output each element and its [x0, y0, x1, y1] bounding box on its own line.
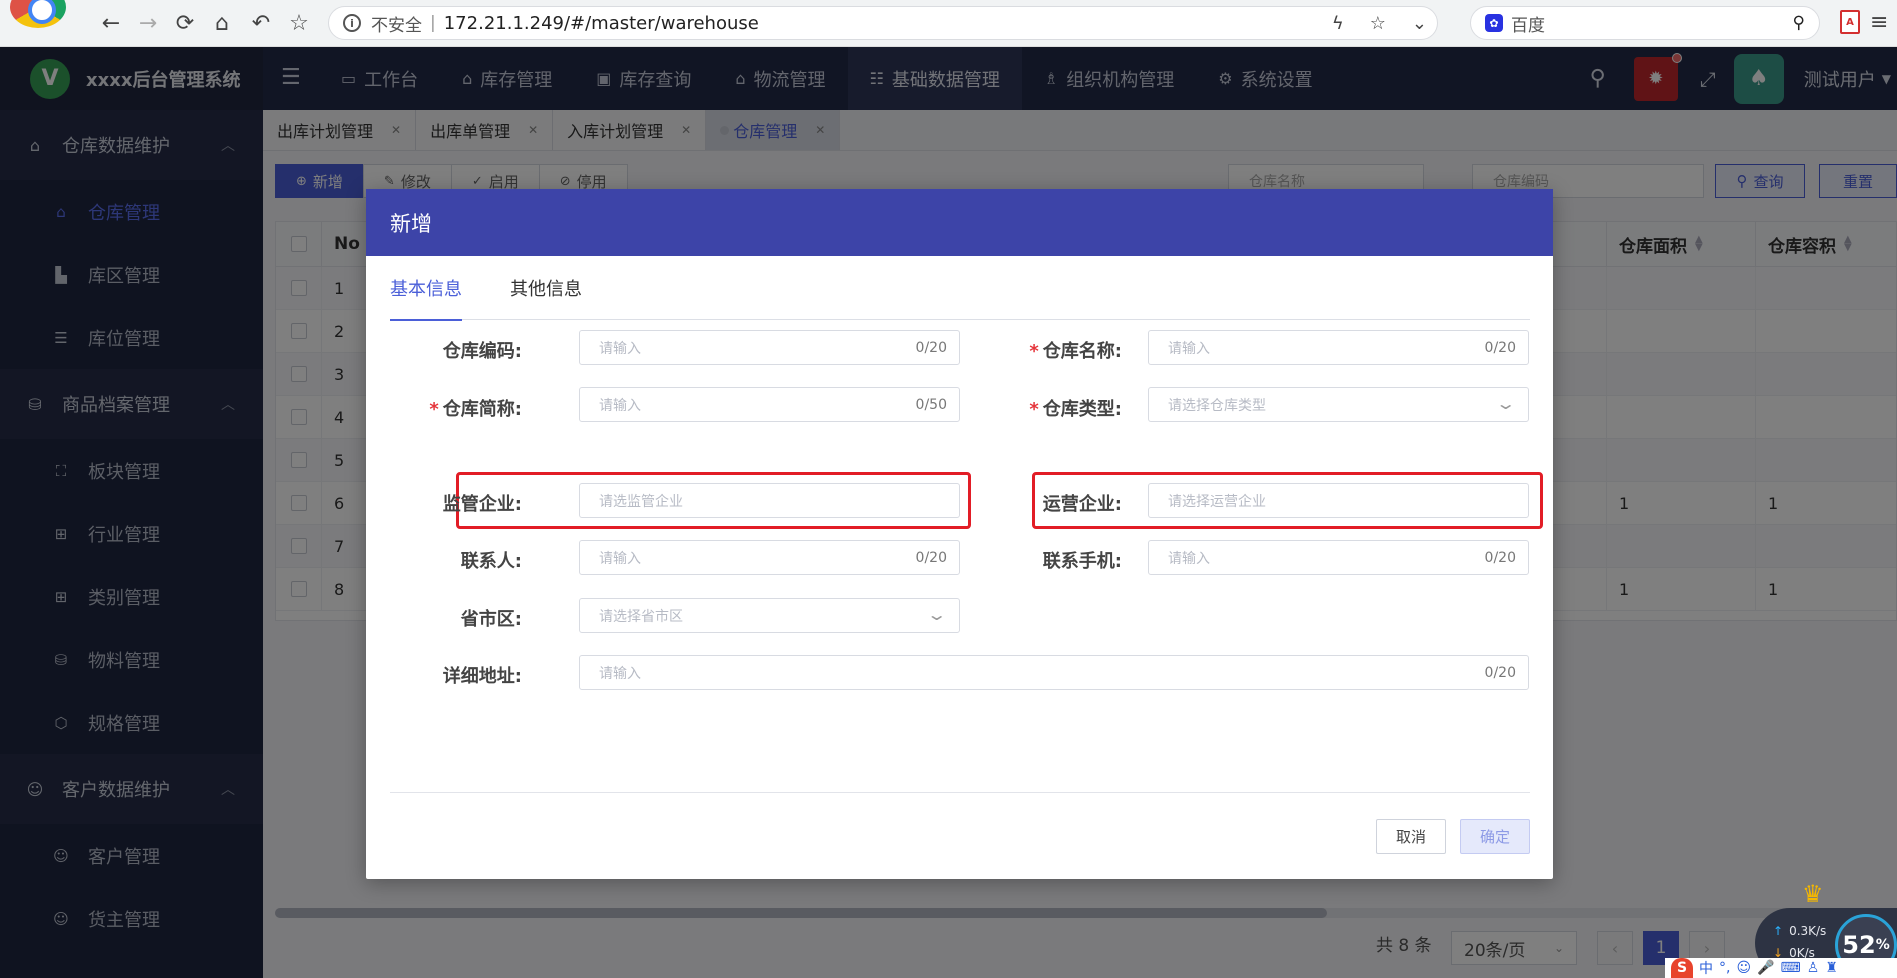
select-placeholder: 请选择仓库类型: [1168, 397, 1266, 414]
back-icon[interactable]: ←: [96, 8, 126, 38]
warehouse-type-select[interactable]: 请选择仓库类型 ⌄: [1148, 387, 1529, 422]
char-counter: 0/20: [1484, 550, 1516, 566]
shirt-icon[interactable]: ♜: [1825, 960, 1838, 976]
percent-sign: %: [1875, 937, 1890, 953]
dialog-tabs: 基本信息 其他信息: [390, 256, 1530, 321]
confirm-button[interactable]: 确定: [1460, 819, 1530, 854]
dialog-title: 新增: [366, 189, 1553, 256]
arrow-up-icon: ↑: [1773, 924, 1784, 938]
baidu-icon: ✿: [1485, 14, 1503, 32]
pdf-icon[interactable]: A: [1840, 10, 1860, 34]
field-label-name: * 仓库名称:: [1026, 337, 1122, 363]
bookmark-star-icon[interactable]: ☆: [284, 8, 314, 38]
select-placeholder: 请选择省市区: [599, 608, 683, 625]
search-engine-label: 百度: [1511, 15, 1545, 36]
punctuation-icon[interactable]: °,: [1719, 960, 1730, 976]
undo-icon[interactable]: ↶: [246, 8, 276, 38]
contact-person-input[interactable]: 请输入 0/20: [579, 540, 960, 575]
field-label-code: 仓库编码:: [442, 341, 522, 362]
insecure-label: 不安全: [371, 15, 422, 36]
ime-mode[interactable]: 中: [1699, 958, 1713, 978]
search-icon[interactable]: ⚲: [1793, 13, 1805, 33]
char-counter: 0/20: [1484, 665, 1516, 681]
home-icon[interactable]: ⌂: [207, 8, 237, 38]
field-label-operator: 运营企业:: [1042, 494, 1122, 515]
input-placeholder: 请输入: [599, 397, 641, 414]
sogou-logo-icon: S: [1671, 958, 1693, 978]
chevron-down-icon: ⌄: [1494, 394, 1517, 413]
input-placeholder: 请输入: [599, 550, 641, 567]
input-placeholder: 请输入: [599, 340, 641, 357]
char-counter: 0/20: [915, 340, 947, 356]
char-counter: 0/50: [915, 397, 947, 413]
field-label-contact: 联系人:: [460, 551, 522, 572]
label-text: 仓库简称:: [442, 399, 522, 420]
warehouse-name-input[interactable]: 请输入 0/20: [1148, 330, 1529, 365]
favorite-star-icon[interactable]: ☆: [1370, 13, 1386, 34]
field-label-address: 详细地址:: [442, 666, 522, 687]
url-separator: |: [430, 13, 436, 33]
browser-search-box[interactable]: ✿ 百度 ⚲: [1470, 6, 1820, 40]
microphone-icon[interactable]: 🎤: [1757, 960, 1774, 976]
browser-logo-icon: [10, 0, 66, 28]
upload-speed-value: 0.3K/s: [1789, 924, 1827, 938]
keyboard-icon[interactable]: ⌨: [1781, 960, 1801, 976]
label-text: 仓库类型:: [1042, 399, 1122, 420]
forward-icon[interactable]: →: [133, 8, 163, 38]
input-placeholder: 请选择运营企业: [1168, 493, 1266, 510]
tab-basic-info[interactable]: 基本信息: [390, 256, 462, 321]
lightning-icon[interactable]: ϟ: [1332, 13, 1344, 34]
required-mark: *: [1029, 399, 1039, 420]
ime-toolbar[interactable]: S 中 °, ☺ 🎤 ⌨ ♙ ♜: [1665, 958, 1897, 978]
warehouse-short-name-input[interactable]: 请输入 0/50: [579, 387, 960, 422]
usage-percent-value: 52: [1842, 931, 1876, 959]
tab-other-info[interactable]: 其他信息: [510, 256, 582, 320]
url-text[interactable]: 172.21.1.249/#/master/warehouse: [444, 13, 759, 34]
user-icon[interactable]: ♙: [1807, 960, 1820, 976]
address-bar[interactable]: i 不安全 | 172.21.1.249/#/master/warehouse …: [328, 6, 1438, 40]
add-warehouse-dialog: 新增 基本信息 其他信息 仓库编码: 请输入 0/20 * 仓库名称: 请输入 0…: [366, 189, 1553, 879]
label-text: 仓库名称:: [1042, 341, 1122, 362]
required-mark: *: [1029, 341, 1039, 362]
field-label-short-name: * 仓库简称:: [422, 395, 522, 421]
required-mark: *: [429, 399, 439, 420]
reload-icon[interactable]: ⟳: [170, 8, 200, 38]
input-placeholder: 请输入: [1168, 550, 1210, 567]
field-label-phone: 联系手机:: [1042, 551, 1122, 572]
char-counter: 0/20: [1484, 340, 1516, 356]
field-label-type: * 仓库类型:: [1026, 395, 1122, 421]
char-counter: 0/20: [915, 550, 947, 566]
upload-speed: ↑ 0.3K/s: [1773, 924, 1826, 938]
crown-icon: ♛: [1802, 880, 1824, 908]
input-placeholder: 请输入: [1168, 340, 1210, 357]
chevron-down-icon[interactable]: ⌄: [1412, 13, 1427, 34]
dialog-divider: [390, 792, 1530, 793]
supervisor-company-input[interactable]: 请选监管企业: [579, 483, 960, 518]
browser-menu-icon[interactable]: ≡: [1870, 10, 1888, 35]
input-placeholder: 请输入: [599, 665, 641, 682]
field-label-supervisor: 监管企业:: [442, 494, 522, 515]
info-icon[interactable]: i: [343, 14, 361, 32]
region-select[interactable]: 请选择省市区 ⌄: [579, 598, 960, 633]
warehouse-code-input[interactable]: 请输入 0/20: [579, 330, 960, 365]
chevron-down-icon: ⌄: [925, 605, 948, 624]
cancel-button[interactable]: 取消: [1376, 819, 1446, 854]
input-placeholder: 请选监管企业: [599, 493, 683, 510]
field-label-region: 省市区:: [460, 609, 522, 630]
contact-phone-input[interactable]: 请输入 0/20: [1148, 540, 1529, 575]
browser-toolbar: ← → ⟳ ⌂ ↶ ☆ i 不安全 | 172.21.1.249/#/maste…: [0, 0, 1897, 47]
emoji-icon[interactable]: ☺: [1736, 960, 1751, 976]
operator-company-input[interactable]: 请选择运营企业: [1148, 483, 1529, 518]
address-input[interactable]: 请输入 0/20: [579, 655, 1529, 690]
